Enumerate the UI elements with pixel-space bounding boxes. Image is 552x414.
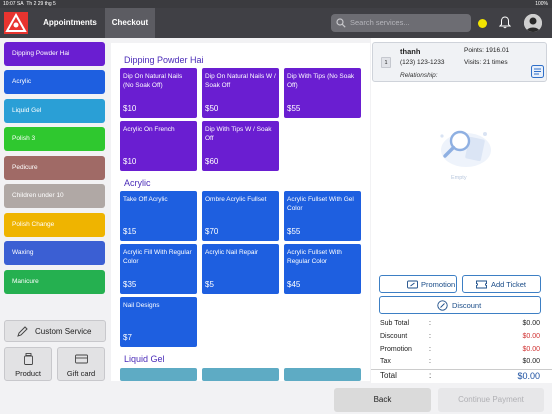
service-tile[interactable]: Acrylic On French $10 bbox=[120, 121, 197, 171]
empty-cart-illustration-icon bbox=[440, 130, 491, 167]
status-bar: 10:07 SA Th 2 29 thg 5 100% bbox=[0, 0, 552, 8]
battery-level: 100% bbox=[535, 1, 548, 7]
customer-relationship: Relationship: bbox=[400, 72, 438, 79]
custom-service-button[interactable]: Custom Service bbox=[4, 320, 106, 342]
empty-state-text: Empty bbox=[451, 175, 467, 181]
gift-card-icon bbox=[75, 354, 88, 364]
service-tile[interactable]: Nail Designs $7 bbox=[120, 297, 197, 347]
discount-badge-icon bbox=[437, 300, 448, 311]
customer-points: Points: 1916.01 bbox=[464, 47, 510, 54]
category-pedicure[interactable]: Pedicure bbox=[4, 156, 105, 180]
promotion-button[interactable]: Promotion bbox=[379, 275, 457, 293]
service-tile[interactable]: Dip On Natural Nails W / Soak Off $50 bbox=[202, 68, 279, 118]
back-button[interactable]: Back bbox=[334, 388, 431, 412]
customer-index-badge: 1 bbox=[381, 57, 391, 68]
customer-name: thanh bbox=[400, 47, 421, 56]
summary-row-subtotal: Sub Total: $0.00 bbox=[380, 320, 540, 327]
services-panel: Dipping Powder Hai Dip On Natural Nails … bbox=[111, 43, 370, 381]
category-children-under-10[interactable]: Children under 10 bbox=[4, 184, 105, 208]
service-tile[interactable]: Acrylic Fill With Regular Color $35 bbox=[120, 244, 197, 294]
category-waxing[interactable]: Waxing bbox=[4, 241, 105, 265]
gift-card-button[interactable]: Gift card bbox=[57, 347, 105, 381]
service-tile-partial[interactable] bbox=[202, 368, 279, 381]
logo-icon bbox=[4, 12, 28, 34]
service-tile[interactable]: Acrylic Fullset With Gel Color $55 bbox=[284, 191, 361, 241]
service-tile-partial[interactable] bbox=[284, 368, 361, 381]
bell-icon[interactable] bbox=[499, 16, 511, 29]
search-placeholder: Search services... bbox=[350, 18, 410, 27]
tab-checkout[interactable]: Checkout bbox=[105, 8, 155, 38]
discount-label: Discount bbox=[452, 301, 482, 310]
category-polish-change[interactable]: Polish Change bbox=[4, 213, 105, 237]
search-input[interactable]: Search services... bbox=[331, 14, 471, 32]
customer-info-icon[interactable] bbox=[531, 65, 544, 78]
continue-payment-button[interactable]: Continue Payment bbox=[438, 388, 544, 412]
add-ticket-button[interactable]: Add Ticket bbox=[462, 275, 541, 293]
product-button[interactable]: Product bbox=[4, 347, 52, 381]
category-acrylic[interactable]: Acrylic bbox=[4, 70, 105, 94]
bottle-icon bbox=[24, 353, 33, 365]
service-tile[interactable]: Dip On Natural Nails (No Soak Off) $10 bbox=[120, 68, 197, 118]
service-tile[interactable]: Ombre Acrylic Fullset $70 bbox=[202, 191, 279, 241]
discount-button[interactable]: Discount bbox=[379, 296, 541, 314]
customer-card[interactable]: 1 thanh (123) 123-1233 Relationship: Poi… bbox=[372, 42, 547, 82]
status-time-date: 10:07 SA Th 2 29 thg 5 bbox=[3, 1, 56, 7]
status-indicator-dot[interactable] bbox=[478, 19, 487, 28]
summary-divider bbox=[371, 369, 552, 370]
service-tile[interactable]: Take Off Acrylic $15 bbox=[120, 191, 197, 241]
category-liquid-gel[interactable]: Liquid Gel bbox=[4, 99, 105, 123]
service-tile[interactable]: Acrylic Fullset With Regular Color $45 bbox=[284, 244, 361, 294]
category-dipping-powder-hai[interactable]: Dipping Powder Hai bbox=[4, 42, 105, 66]
add-ticket-label: Add Ticket bbox=[491, 280, 527, 289]
tab-appointments[interactable]: Appointments bbox=[35, 8, 105, 38]
service-tile-partial[interactable] bbox=[120, 368, 197, 381]
category-manicure[interactable]: Manicure bbox=[4, 270, 105, 294]
section-title-dipping-powder-hai: Dipping Powder Hai bbox=[124, 55, 204, 65]
custom-service-label: Custom Service bbox=[35, 327, 92, 336]
summary-row-total: Total: $0.00 bbox=[380, 371, 540, 381]
summary-row-tax: Tax: $0.00 bbox=[380, 358, 540, 365]
customer-phone: (123) 123-1233 bbox=[400, 59, 445, 66]
ticket-percent-icon bbox=[407, 280, 418, 289]
customer-visits: Visits: 21 times bbox=[464, 59, 508, 66]
service-tile[interactable]: Acrylic Nail Repair $5 bbox=[202, 244, 279, 294]
summary-row-discount: Discount: $0.00 bbox=[380, 333, 540, 340]
pen-icon bbox=[17, 326, 28, 337]
section-title-liquid-gel: Liquid Gel bbox=[124, 354, 165, 364]
gift-card-label: Gift card bbox=[66, 369, 96, 378]
ticket-icon bbox=[476, 280, 487, 289]
service-tile[interactable]: Dip With Tips (No Soak Off) $55 bbox=[284, 68, 361, 118]
user-avatar-icon bbox=[524, 14, 542, 32]
top-bar: Appointments Checkout Search services... bbox=[0, 8, 552, 38]
product-label: Product bbox=[15, 369, 41, 378]
avatar[interactable] bbox=[524, 14, 542, 32]
summary-row-promotion: Promotion: $0.00 bbox=[380, 346, 540, 353]
category-polish-3[interactable]: Polish 3 bbox=[4, 127, 105, 151]
section-title-acrylic: Acrylic bbox=[124, 178, 151, 188]
search-icon bbox=[336, 18, 346, 28]
service-tile[interactable]: Dip With Tips W / Soak Off $60 bbox=[202, 121, 279, 171]
promotion-label: Promotion bbox=[421, 280, 456, 289]
